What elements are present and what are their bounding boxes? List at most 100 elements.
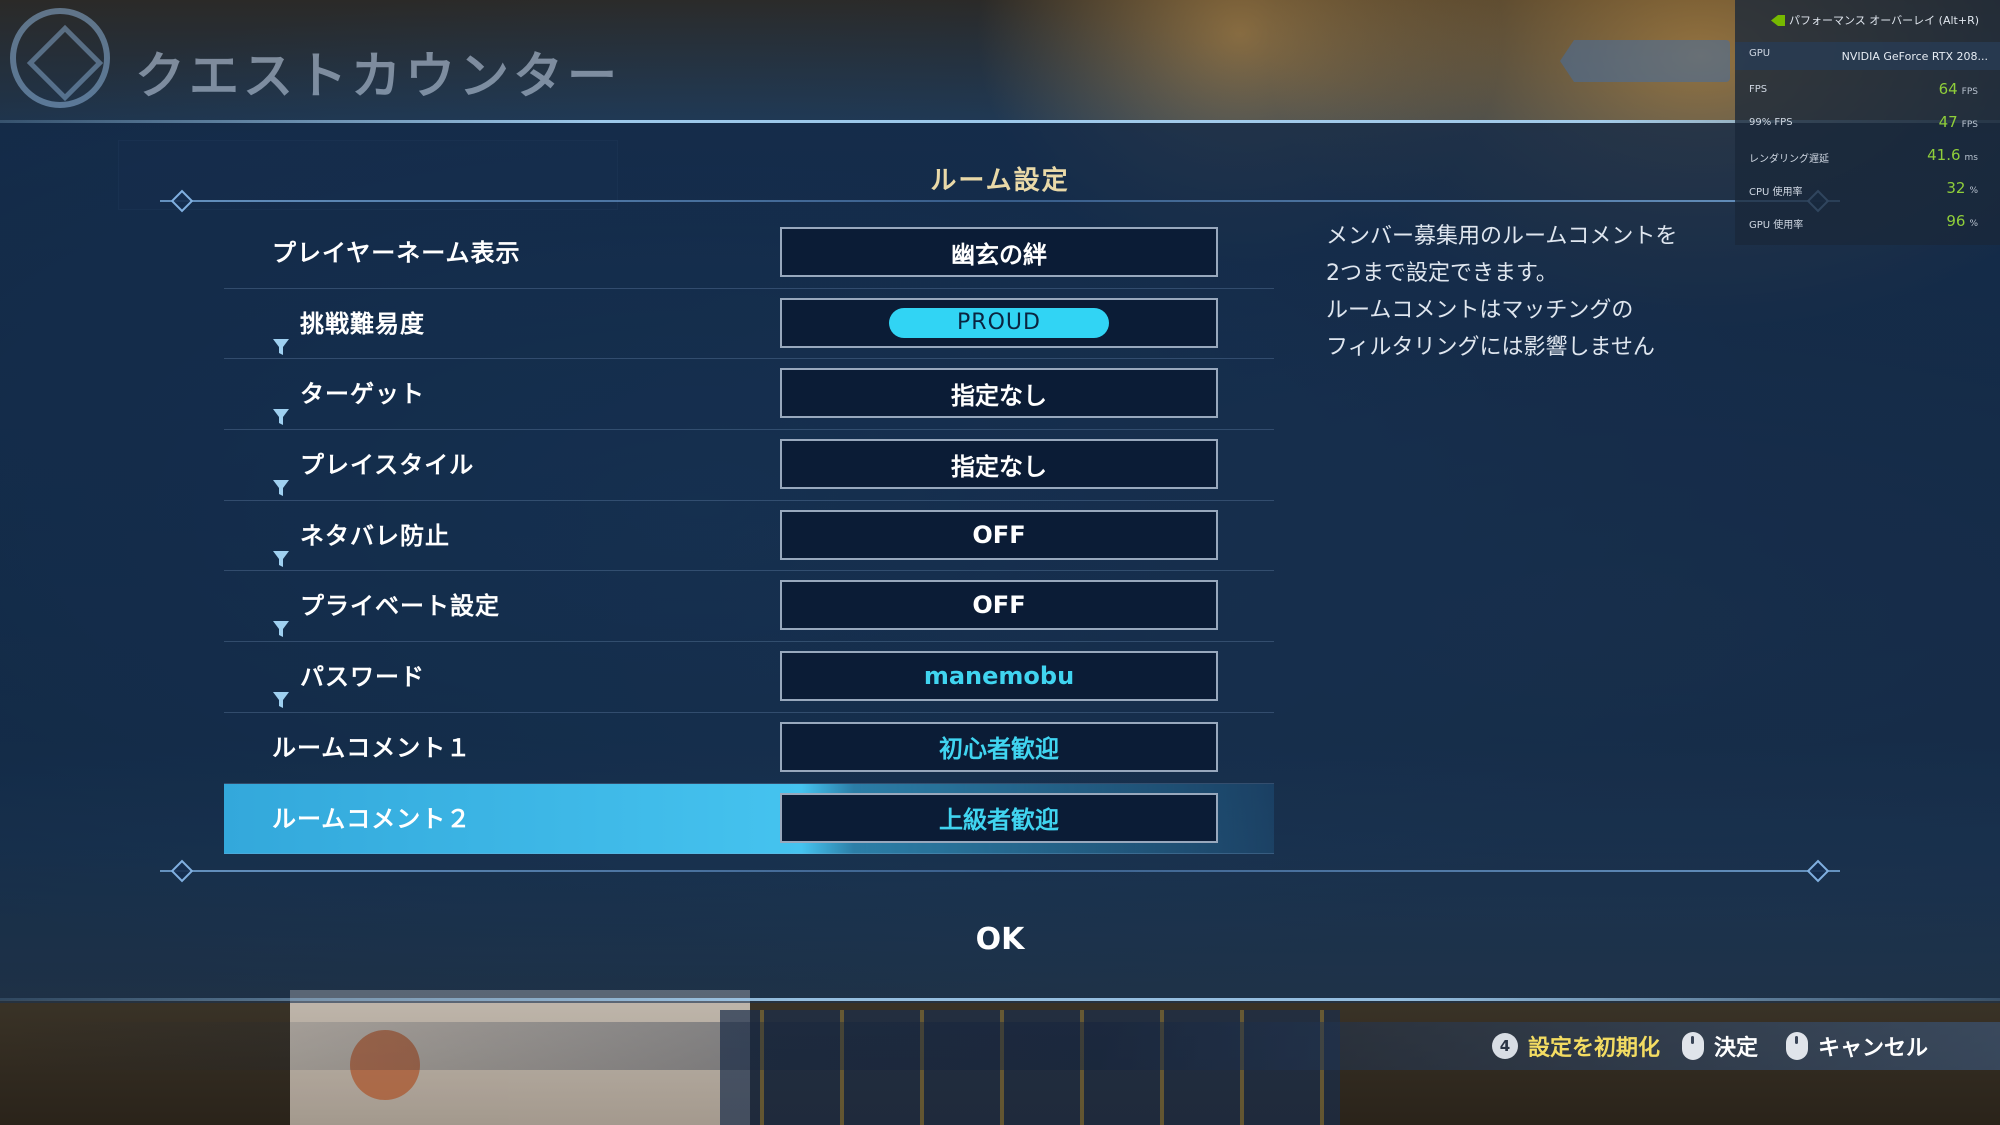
setting-label-text: ネタバレ防止 [300, 521, 450, 550]
overlay-gpu-row: GPU NVIDIA GeForce RTX 208... [1735, 42, 2000, 70]
overlay-metric-label: CPU 使用率 [1749, 187, 1803, 198]
overlay-metric-row: レンダリング遅延 41.6 ms [1735, 144, 2000, 170]
panel-bottom-divider [0, 998, 2000, 1001]
filter-icon [272, 314, 290, 355]
setting-row[interactable]: ネタバレ防止 OFF [224, 501, 1274, 572]
setting-label-text: プライベート設定 [300, 592, 500, 621]
overlay-metric-unit: FPS [1961, 87, 1978, 97]
filter-icon [272, 526, 290, 567]
setting-value-field[interactable]: 初心者歓迎 [780, 721, 1218, 772]
header-tag [1560, 40, 1730, 82]
ok-button[interactable]: OK [900, 915, 1100, 965]
setting-label-text: ターゲット [300, 380, 425, 409]
panel-title: ルーム設定 [930, 166, 1070, 196]
key-4-icon: 4 [1492, 1033, 1518, 1059]
overlay-metric-row: GPU 使用率 96% [1735, 210, 2000, 236]
overlay-gpu-label: GPU [1749, 48, 1771, 59]
confirm-label: 決定 [1714, 1036, 1759, 1061]
setting-value-field[interactable]: 指定なし [780, 368, 1218, 419]
cancel-label: キャンセル [1818, 1036, 1929, 1061]
setting-value-field[interactable]: manemobu [780, 651, 1218, 702]
help-line: フィルタリングには影響しません [1326, 335, 1655, 360]
mouse-right-click-icon [1786, 1032, 1808, 1060]
setting-label: プレイスタイル [272, 430, 474, 500]
setting-label: 挑戦難易度 [272, 289, 425, 359]
overlay-metric-unit: % [1969, 219, 1978, 229]
performance-overlay: パフォーマンス オーバーレイ (Alt+R) GPU NVIDIA GeForc… [1735, 0, 2000, 245]
setting-row[interactable]: ルームコメント１ 初心者歓迎 [224, 713, 1274, 784]
setting-label: プレイヤーネーム表示 [272, 218, 521, 288]
setting-value: 初心者歓迎 [939, 735, 1059, 764]
setting-value-field[interactable]: OFF [780, 580, 1218, 631]
setting-value-field[interactable]: 幽玄の絆 [780, 227, 1218, 277]
overlay-metric-value: 41.6 ms [1927, 146, 1978, 164]
mouse-left-click-icon [1682, 1032, 1704, 1060]
overlay-metric-label: GPU 使用率 [1749, 220, 1804, 231]
overlay-metric-row: CPU 使用率 32% [1735, 177, 2000, 203]
setting-label-text: 挑戦難易度 [300, 309, 425, 338]
overlay-metric-unit: ms [1964, 153, 1978, 163]
overlay-metric-value: 96% [1946, 212, 1978, 230]
overlay-metric-row: 99% FPS 47 FPS [1735, 111, 2000, 137]
setting-value: 指定なし [951, 452, 1047, 481]
reset-settings-label: 設定を初期化 [1528, 1036, 1661, 1061]
setting-label-text: パスワード [300, 663, 425, 692]
overlay-title: パフォーマンス オーバーレイ (Alt+R) [1789, 14, 1979, 27]
setting-row[interactable]: ターゲット 指定なし [224, 359, 1274, 431]
setting-value-field[interactable]: 上級者歓迎 [780, 792, 1218, 843]
setting-row[interactable]: プレイスタイル 指定なし [224, 430, 1274, 501]
setting-label: プライベート設定 [272, 571, 500, 641]
setting-row[interactable]: 挑戦難易度 PROUD [224, 289, 1274, 360]
setting-label-text: ルームコメント２ [272, 804, 472, 833]
ornament-divider-top [160, 189, 1840, 213]
setting-value: OFF [972, 520, 1026, 549]
overlay-metric-label: レンダリング遅延 [1749, 154, 1829, 165]
setting-label: ネタバレ防止 [272, 501, 450, 571]
setting-row[interactable]: ルームコメント２ 上級者歓迎 [224, 783, 1274, 855]
confirm-hint[interactable]: 決定 [1682, 1030, 1758, 1062]
overlay-gpu-name: NVIDIA GeForce RTX 208... [1841, 50, 1988, 63]
help-line: ルームコメントはマッチングの [1326, 298, 1634, 323]
filter-icon [272, 455, 290, 497]
setting-value-field[interactable]: 指定なし [780, 439, 1218, 490]
settings-list: プレイヤーネーム表示 幽玄の絆 挑戦難易度 PROUD ターゲット 指定なし プレイスタイル… [224, 218, 1274, 855]
setting-value-field[interactable]: PROUD [780, 297, 1218, 348]
help-line: メンバー募集用のルームコメントを [1326, 224, 1678, 249]
cancel-hint[interactable]: キャンセル [1786, 1030, 1928, 1062]
setting-row[interactable]: パスワード manemobu [224, 642, 1274, 713]
setting-label-text: プレイスタイル [300, 451, 475, 480]
filter-icon [272, 667, 290, 709]
setting-row[interactable]: プライベート設定 OFF [224, 571, 1274, 643]
difficulty-badge: PROUD [889, 307, 1109, 338]
filter-icon [272, 384, 290, 426]
overlay-metric-label: FPS [1749, 84, 1768, 95]
filter-icon [272, 596, 290, 638]
overlay-metric-value: 64 FPS [1938, 80, 1978, 98]
overlay-metric-row: FPS 64 FPS [1735, 78, 2000, 104]
overlay-metric-value: 32% [1946, 179, 1978, 197]
setting-value: 幽玄の絆 [951, 240, 1047, 269]
emblem-icon [10, 8, 110, 108]
setting-label: パスワード [272, 642, 425, 712]
setting-value: OFF [972, 591, 1026, 620]
reset-settings-hint[interactable]: 4 設定を初期化 [1492, 1030, 1660, 1062]
setting-label: ルームコメント２ [272, 784, 471, 854]
help-description: メンバー募集用のルームコメントを 2つまで設定できます。 ルームコメントはマッチ… [1326, 218, 1726, 366]
overlay-metric-unit: % [1969, 186, 1978, 196]
header-divider [0, 120, 2000, 123]
overlay-metric-value: 47 FPS [1938, 113, 1978, 131]
setting-value: manemobu [923, 662, 1075, 691]
help-line: 2つまで設定できます。 [1326, 261, 1558, 286]
overlay-metric-unit: FPS [1961, 120, 1978, 130]
overlay-metric-label: 99% FPS [1749, 117, 1793, 128]
screen-title: クエストカウンター [135, 47, 621, 105]
setting-label-text: プレイヤーネーム表示 [272, 239, 521, 267]
setting-value: 指定なし [951, 381, 1047, 410]
setting-row[interactable]: プレイヤーネーム表示 幽玄の絆 [224, 218, 1274, 289]
setting-label: ターゲット [272, 359, 425, 429]
setting-label-text: ルームコメント１ [272, 733, 472, 762]
setting-label: ルームコメント１ [272, 713, 471, 783]
setting-value-field[interactable]: OFF [780, 509, 1218, 560]
ornament-divider-bottom [160, 859, 1840, 883]
setting-value: 上級者歓迎 [939, 806, 1059, 834]
